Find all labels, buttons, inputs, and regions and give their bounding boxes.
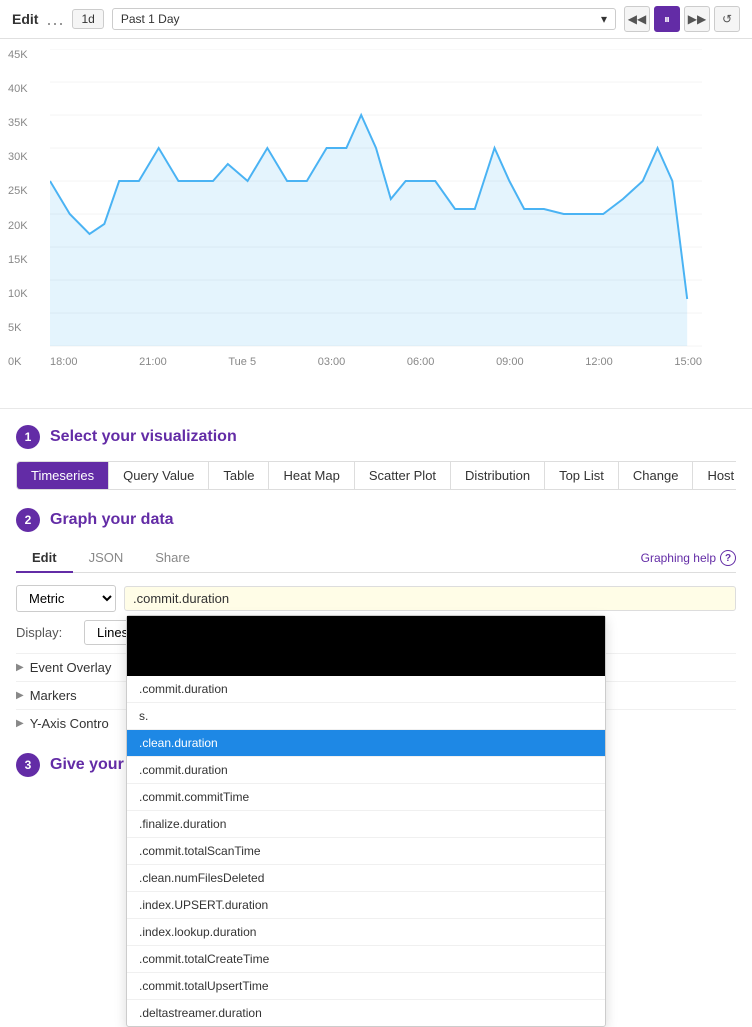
chevron-down-icon: ▾ [601,12,607,26]
autocomplete-item[interactable]: s. [127,703,605,730]
section2-header: 2 Graph your data [16,508,736,532]
autocomplete-item-selected[interactable]: .clean.duration [127,730,605,757]
autocomplete-dropdown: .commit.duration s. .clean.duration .com… [126,615,606,1027]
playback-controls: ◀◀ ⏸ ▶▶ ↺ [624,6,740,32]
visualization-section: 1 Select your visualization Timeseries Q… [0,409,752,500]
step2-circle: 2 [16,508,40,532]
toolbar: Edit ... 1d Past 1 Day ▾ ◀◀ ⏸ ▶▶ ↺ [0,0,752,39]
autocomplete-item[interactable]: .commit.totalScanTime [127,838,605,865]
tab-host[interactable]: Host [693,462,736,489]
event-overlay-label: Event Overlay [30,660,112,675]
viz-tabs-wrapper: Timeseries Query Value Table Heat Map Sc… [16,461,736,492]
section1-title: Select your visualization [50,428,237,446]
display-label: Display: [16,625,76,640]
tab-timeseries[interactable]: Timeseries [17,462,109,489]
step3-circle: 3 [16,753,40,777]
metric-type-select[interactable]: Metric [16,585,116,612]
chevron-right-icon: ▶ [16,718,24,729]
prev-button[interactable]: ◀◀ [624,6,650,32]
tab-edit[interactable]: Edit [16,544,73,573]
autocomplete-item[interactable]: .commit.duration [127,757,605,784]
section2-title: Graph your data [50,511,174,529]
tab-scatter-plot[interactable]: Scatter Plot [355,462,451,489]
chart-area: 45K 40K 35K 30K 25K 20K 15K 10K 5K 0K 18… [0,39,752,409]
tab-query-value[interactable]: Query Value [109,462,209,489]
step1-circle: 1 [16,425,40,449]
autocomplete-item[interactable]: .deltastreamer.duration [127,1000,605,1026]
autocomplete-item[interactable]: .commit.totalCreateTime [127,946,605,973]
tab-json[interactable]: JSON [73,544,140,573]
more-options-icon[interactable]: ... [46,9,64,30]
autocomplete-item[interactable]: .commit.duration [127,676,605,703]
reset-button[interactable]: ↺ [714,6,740,32]
autocomplete-search-box[interactable] [127,616,605,676]
timespan-button[interactable]: 1d [72,9,103,29]
autocomplete-item[interactable]: .commit.commitTime [127,784,605,811]
time-range-select[interactable]: Past 1 Day ▾ [112,8,616,30]
metric-search-input[interactable] [124,586,736,611]
autocomplete-item[interactable]: .finalize.duration [127,811,605,838]
chevron-right-icon: ▶ [16,690,24,701]
y-axis-label: Y-Axis Contro [30,716,109,731]
tab-change[interactable]: Change [619,462,694,489]
autocomplete-item[interactable]: .commit.totalUpsertTime [127,973,605,1000]
section1-header: 1 Select your visualization [16,425,736,449]
autocomplete-item[interactable]: .index.UPSERT.duration [127,892,605,919]
y-axis-labels: 45K 40K 35K 30K 25K 20K 15K 10K 5K 0K [8,49,28,368]
tab-distribution[interactable]: Distribution [451,462,545,489]
tab-heat-map[interactable]: Heat Map [269,462,354,489]
x-axis-labels: 18:00 21:00 Tue 5 03:00 06:00 09:00 12:0… [50,352,702,368]
next-button[interactable]: ▶▶ [684,6,710,32]
markers-label: Markers [30,688,77,703]
timeseries-chart [50,49,702,349]
chevron-right-icon: ▶ [16,662,24,673]
graph-section: 2 Graph your data Edit JSON Share Graphi… [0,500,752,745]
tab-table[interactable]: Table [209,462,269,489]
viz-tabs: Timeseries Query Value Table Heat Map Sc… [16,461,736,490]
tab-share[interactable]: Share [139,544,206,573]
metric-row: Metric .commit.duration s. .clean.durati… [16,585,736,612]
autocomplete-item[interactable]: .clean.numFilesDeleted [127,865,605,892]
pause-button[interactable]: ⏸ [654,6,680,32]
help-icon: ? [720,550,736,566]
edit-tabs-row: Edit JSON Share Graphing help ? [16,544,736,573]
tab-top-list[interactable]: Top List [545,462,619,489]
autocomplete-item[interactable]: .index.lookup.duration [127,919,605,946]
time-range-label: Past 1 Day [121,12,180,26]
graphing-help-label: Graphing help [641,551,716,565]
graphing-help-link[interactable]: Graphing help ? [641,544,736,572]
edit-label: Edit [12,11,38,27]
